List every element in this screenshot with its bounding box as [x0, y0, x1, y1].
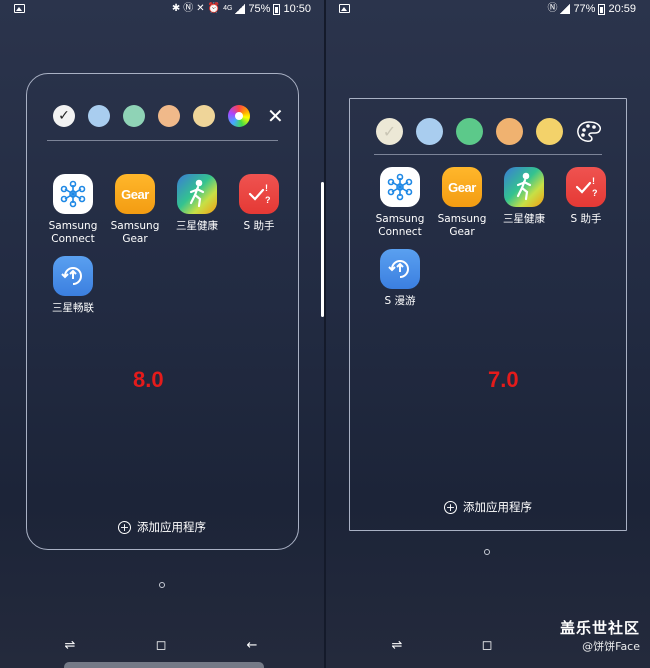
color-swatch-green[interactable]: [456, 118, 483, 145]
add-apps-button[interactable]: + 添加应用程序: [444, 499, 532, 515]
color-swatch-orange[interactable]: [496, 118, 523, 145]
app-samsung-gear[interactable]: Gear Samsung Gear: [432, 167, 492, 239]
app-label: 三星畅联: [52, 302, 94, 314]
app-samsung-health[interactable]: 三星健康: [494, 167, 554, 226]
bluetooth-icon: ✱: [171, 3, 181, 14]
network-type: 4G: [223, 5, 233, 12]
nfc-icon: Ⓝ: [547, 3, 558, 14]
app-label: Samsung Connect: [48, 220, 98, 245]
add-apps-button[interactable]: + 添加应用程序: [118, 519, 206, 535]
bixby-reminder-icon: !?: [566, 167, 606, 207]
samsung-gear-icon: Gear: [115, 174, 155, 214]
svg-text:?: ?: [592, 188, 598, 198]
clock: 10:50: [283, 3, 311, 15]
app-label: Samsung Connect: [375, 213, 425, 238]
samsung-flow-icon: [53, 256, 93, 296]
color-swatch-cream-selected[interactable]: ✓: [376, 118, 403, 145]
gallery-notification-icon: [339, 4, 350, 13]
close-icon[interactable]: ✕: [267, 105, 284, 127]
version-label: 8.0: [133, 367, 164, 392]
watermark-title: 盖乐世社区: [559, 619, 640, 637]
app-label: 三星健康: [176, 220, 218, 232]
plus-icon: +: [118, 520, 131, 534]
signal-icon: [235, 4, 246, 14]
watermark-author: @饼饼Face: [582, 640, 640, 653]
app-s-roaming[interactable]: S 漫游: [370, 249, 430, 308]
navigation-bar: ⇌ ◻ ←: [0, 623, 325, 668]
watermark: 盖乐世社区 @饼饼Face: [560, 617, 640, 654]
check-icon: ✓: [58, 108, 70, 124]
signal-icon: [560, 4, 571, 14]
gallery-notification-icon: [14, 4, 25, 13]
color-swatch-yellow[interactable]: [193, 105, 215, 127]
color-swatch-green[interactable]: [123, 105, 145, 127]
color-swatch-blue[interactable]: [416, 118, 443, 145]
home-icon[interactable]: ◻: [152, 637, 170, 653]
color-swatch-orange[interactable]: [158, 105, 180, 127]
add-apps-label: 添加应用程序: [137, 520, 206, 534]
app-label: 三星健康: [503, 213, 545, 225]
status-bar: Ⓝ 77% 20:59: [325, 0, 650, 22]
battery-percent: 77%: [573, 3, 596, 15]
app-samsung-gear[interactable]: Gear Samsung Gear: [105, 174, 165, 246]
battery-icon: [273, 3, 281, 15]
samsung-health-icon: [504, 167, 544, 207]
gesture-bar: [64, 662, 264, 668]
color-swatch-white-selected[interactable]: ✓: [53, 105, 75, 127]
app-label: S 助手: [570, 213, 602, 225]
clock: 20:59: [608, 3, 636, 15]
svg-text:!: !: [265, 183, 268, 193]
bixby-reminder-icon: !?: [239, 174, 279, 214]
app-s-reminder[interactable]: !? S 助手: [229, 174, 289, 233]
color-swatch-yellow[interactable]: [536, 118, 563, 145]
alarm-icon: ⏰: [207, 3, 221, 14]
left-screen: ✱ Ⓝ ✕ ⏰ 4G 75% 10:50 ✓ ✕ Samsung Connect…: [0, 0, 325, 668]
divider: [47, 140, 278, 141]
battery-percent: 75%: [248, 3, 271, 15]
divider: [374, 154, 602, 155]
color-picker: ✓: [376, 118, 602, 145]
apps-edge-panel: ✓ Samsung Connect Gear Samsung Gear 三星健康…: [349, 98, 627, 531]
app-s-reminder[interactable]: !? S 助手: [556, 167, 616, 226]
samsung-gear-icon: Gear: [442, 167, 482, 207]
svg-text:?: ?: [265, 195, 271, 205]
page-indicator: [159, 582, 165, 588]
custom-color-icon[interactable]: [228, 105, 250, 127]
s-roaming-icon: [380, 249, 420, 289]
battery-icon: [598, 3, 606, 15]
right-screen: Ⓝ 77% 20:59 ✓ Samsung Connect Gear Samsu…: [325, 0, 650, 668]
back-icon[interactable]: ←: [243, 637, 261, 653]
app-samsung-health[interactable]: 三星健康: [167, 174, 227, 233]
nfc-icon: Ⓝ: [183, 3, 194, 14]
plus-icon: +: [444, 500, 457, 514]
check-icon: ✓: [382, 122, 397, 141]
split-divider: [324, 0, 326, 668]
version-label: 7.0: [488, 367, 519, 392]
color-picker: ✓ ✕: [53, 105, 284, 127]
svg-text:!: !: [592, 176, 595, 186]
samsung-connect-icon: [380, 167, 420, 207]
app-samsung-flow[interactable]: 三星畅联: [43, 256, 103, 315]
app-label: S 漫游: [384, 295, 416, 307]
app-label: S 助手: [243, 220, 275, 232]
status-bar: ✱ Ⓝ ✕ ⏰ 4G 75% 10:50: [0, 0, 325, 22]
samsung-health-icon: [177, 174, 217, 214]
page-indicator: [484, 549, 490, 555]
palette-icon[interactable]: [576, 120, 602, 144]
recent-apps-icon[interactable]: ⇌: [61, 637, 79, 653]
samsung-connect-icon: [53, 174, 93, 214]
app-samsung-connect[interactable]: Samsung Connect: [43, 174, 103, 246]
app-label: Samsung Gear: [110, 220, 160, 245]
mute-icon: ✕: [196, 3, 205, 14]
app-samsung-connect[interactable]: Samsung Connect: [370, 167, 430, 239]
apps-edge-panel: ✓ ✕ Samsung Connect Gear Samsung Gear 三星…: [26, 73, 299, 550]
recent-apps-icon[interactable]: ⇌: [388, 637, 406, 653]
color-swatch-blue[interactable]: [88, 105, 110, 127]
add-apps-label: 添加应用程序: [463, 500, 532, 514]
app-label: Samsung Gear: [437, 213, 487, 238]
home-icon[interactable]: ◻: [478, 637, 496, 653]
